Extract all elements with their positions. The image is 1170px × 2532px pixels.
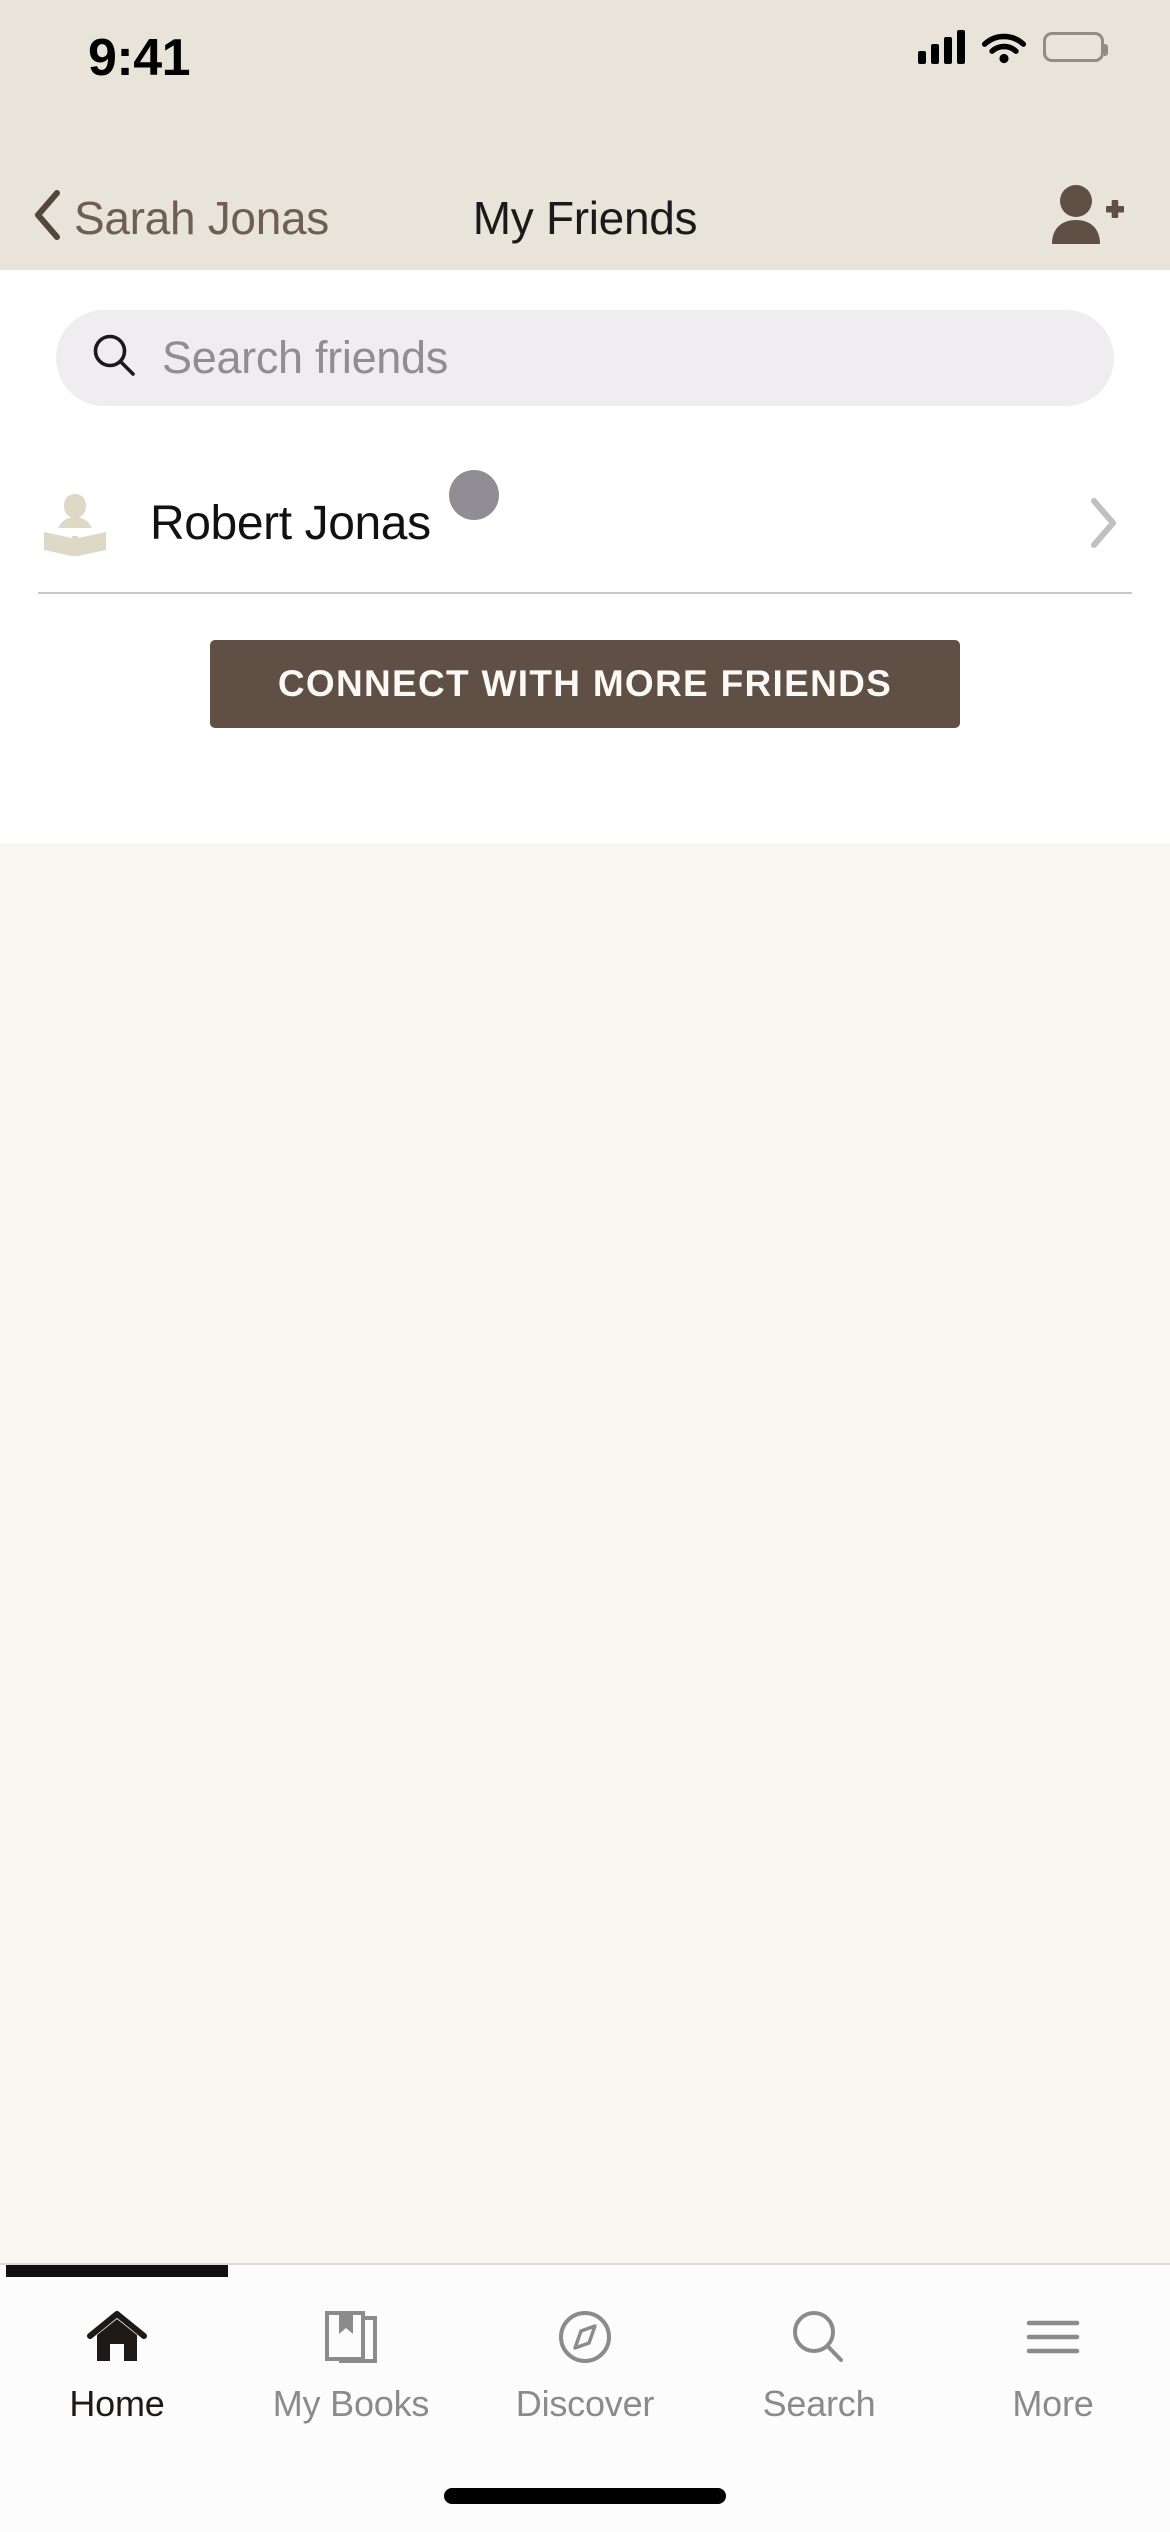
compass-icon	[554, 2305, 616, 2371]
status-badge	[448, 470, 499, 520]
status-indicators	[918, 30, 1108, 64]
cellular-bars-icon	[918, 30, 965, 64]
tab-search[interactable]: Search	[702, 2265, 936, 2455]
add-person-icon	[1048, 184, 1124, 251]
battery-full-icon	[1043, 32, 1108, 62]
tab-label-discover: Discover	[515, 2383, 655, 2424]
list-item[interactable]: Robert Jonas	[0, 458, 1170, 588]
search-icon	[788, 2305, 850, 2371]
friend-name: Robert Jonas	[150, 496, 431, 550]
tab-more[interactable]: More	[936, 2265, 1170, 2455]
friends-panel: Search friends Robert Jonas CONNECT WITH…	[0, 270, 1170, 843]
wifi-icon	[982, 30, 1026, 64]
tab-label-home: Home	[69, 2383, 165, 2424]
tab-label-my-books: My Books	[272, 2383, 430, 2424]
status-time: 9:41	[88, 29, 191, 87]
home-indicator	[444, 2488, 726, 2504]
tab-bar: Home My Books Discover Search More	[0, 2263, 1170, 2532]
search-input[interactable]: Search friends	[56, 310, 1114, 406]
add-friend-button[interactable]	[1048, 165, 1124, 270]
tab-my-books[interactable]: My Books	[234, 2265, 468, 2455]
hamburger-menu-icon	[1022, 2305, 1084, 2371]
search-placeholder: Search friends	[162, 332, 448, 383]
back-button-label: Sarah Jonas	[74, 191, 329, 244]
phone-screen: 9:41 Sarah Jonas My Friends Search frien…	[0, 0, 1170, 2532]
status-bar: 9:41	[0, 0, 1170, 165]
back-button[interactable]: Sarah Jonas	[22, 165, 339, 270]
connect-button-label: CONNECT WITH MORE FRIENDS	[277, 663, 893, 704]
tab-label-more: More	[1012, 2383, 1094, 2424]
book-bookmark-icon	[320, 2305, 382, 2371]
home-icon	[86, 2305, 148, 2371]
search-icon	[90, 332, 138, 385]
empty-content-area	[0, 843, 1170, 2263]
list-divider	[38, 592, 1132, 594]
tab-label-search: Search	[762, 2383, 876, 2424]
person-reading-book-icon	[36, 484, 114, 562]
navigation-bar: Sarah Jonas My Friends	[0, 165, 1170, 270]
connect-with-more-friends-button[interactable]: CONNECT WITH MORE FRIENDS	[210, 640, 960, 728]
tab-home[interactable]: Home	[0, 2265, 234, 2455]
tab-discover[interactable]: Discover	[468, 2265, 702, 2455]
chevron-right-icon	[1086, 495, 1120, 551]
chevron-left-icon	[32, 189, 62, 246]
